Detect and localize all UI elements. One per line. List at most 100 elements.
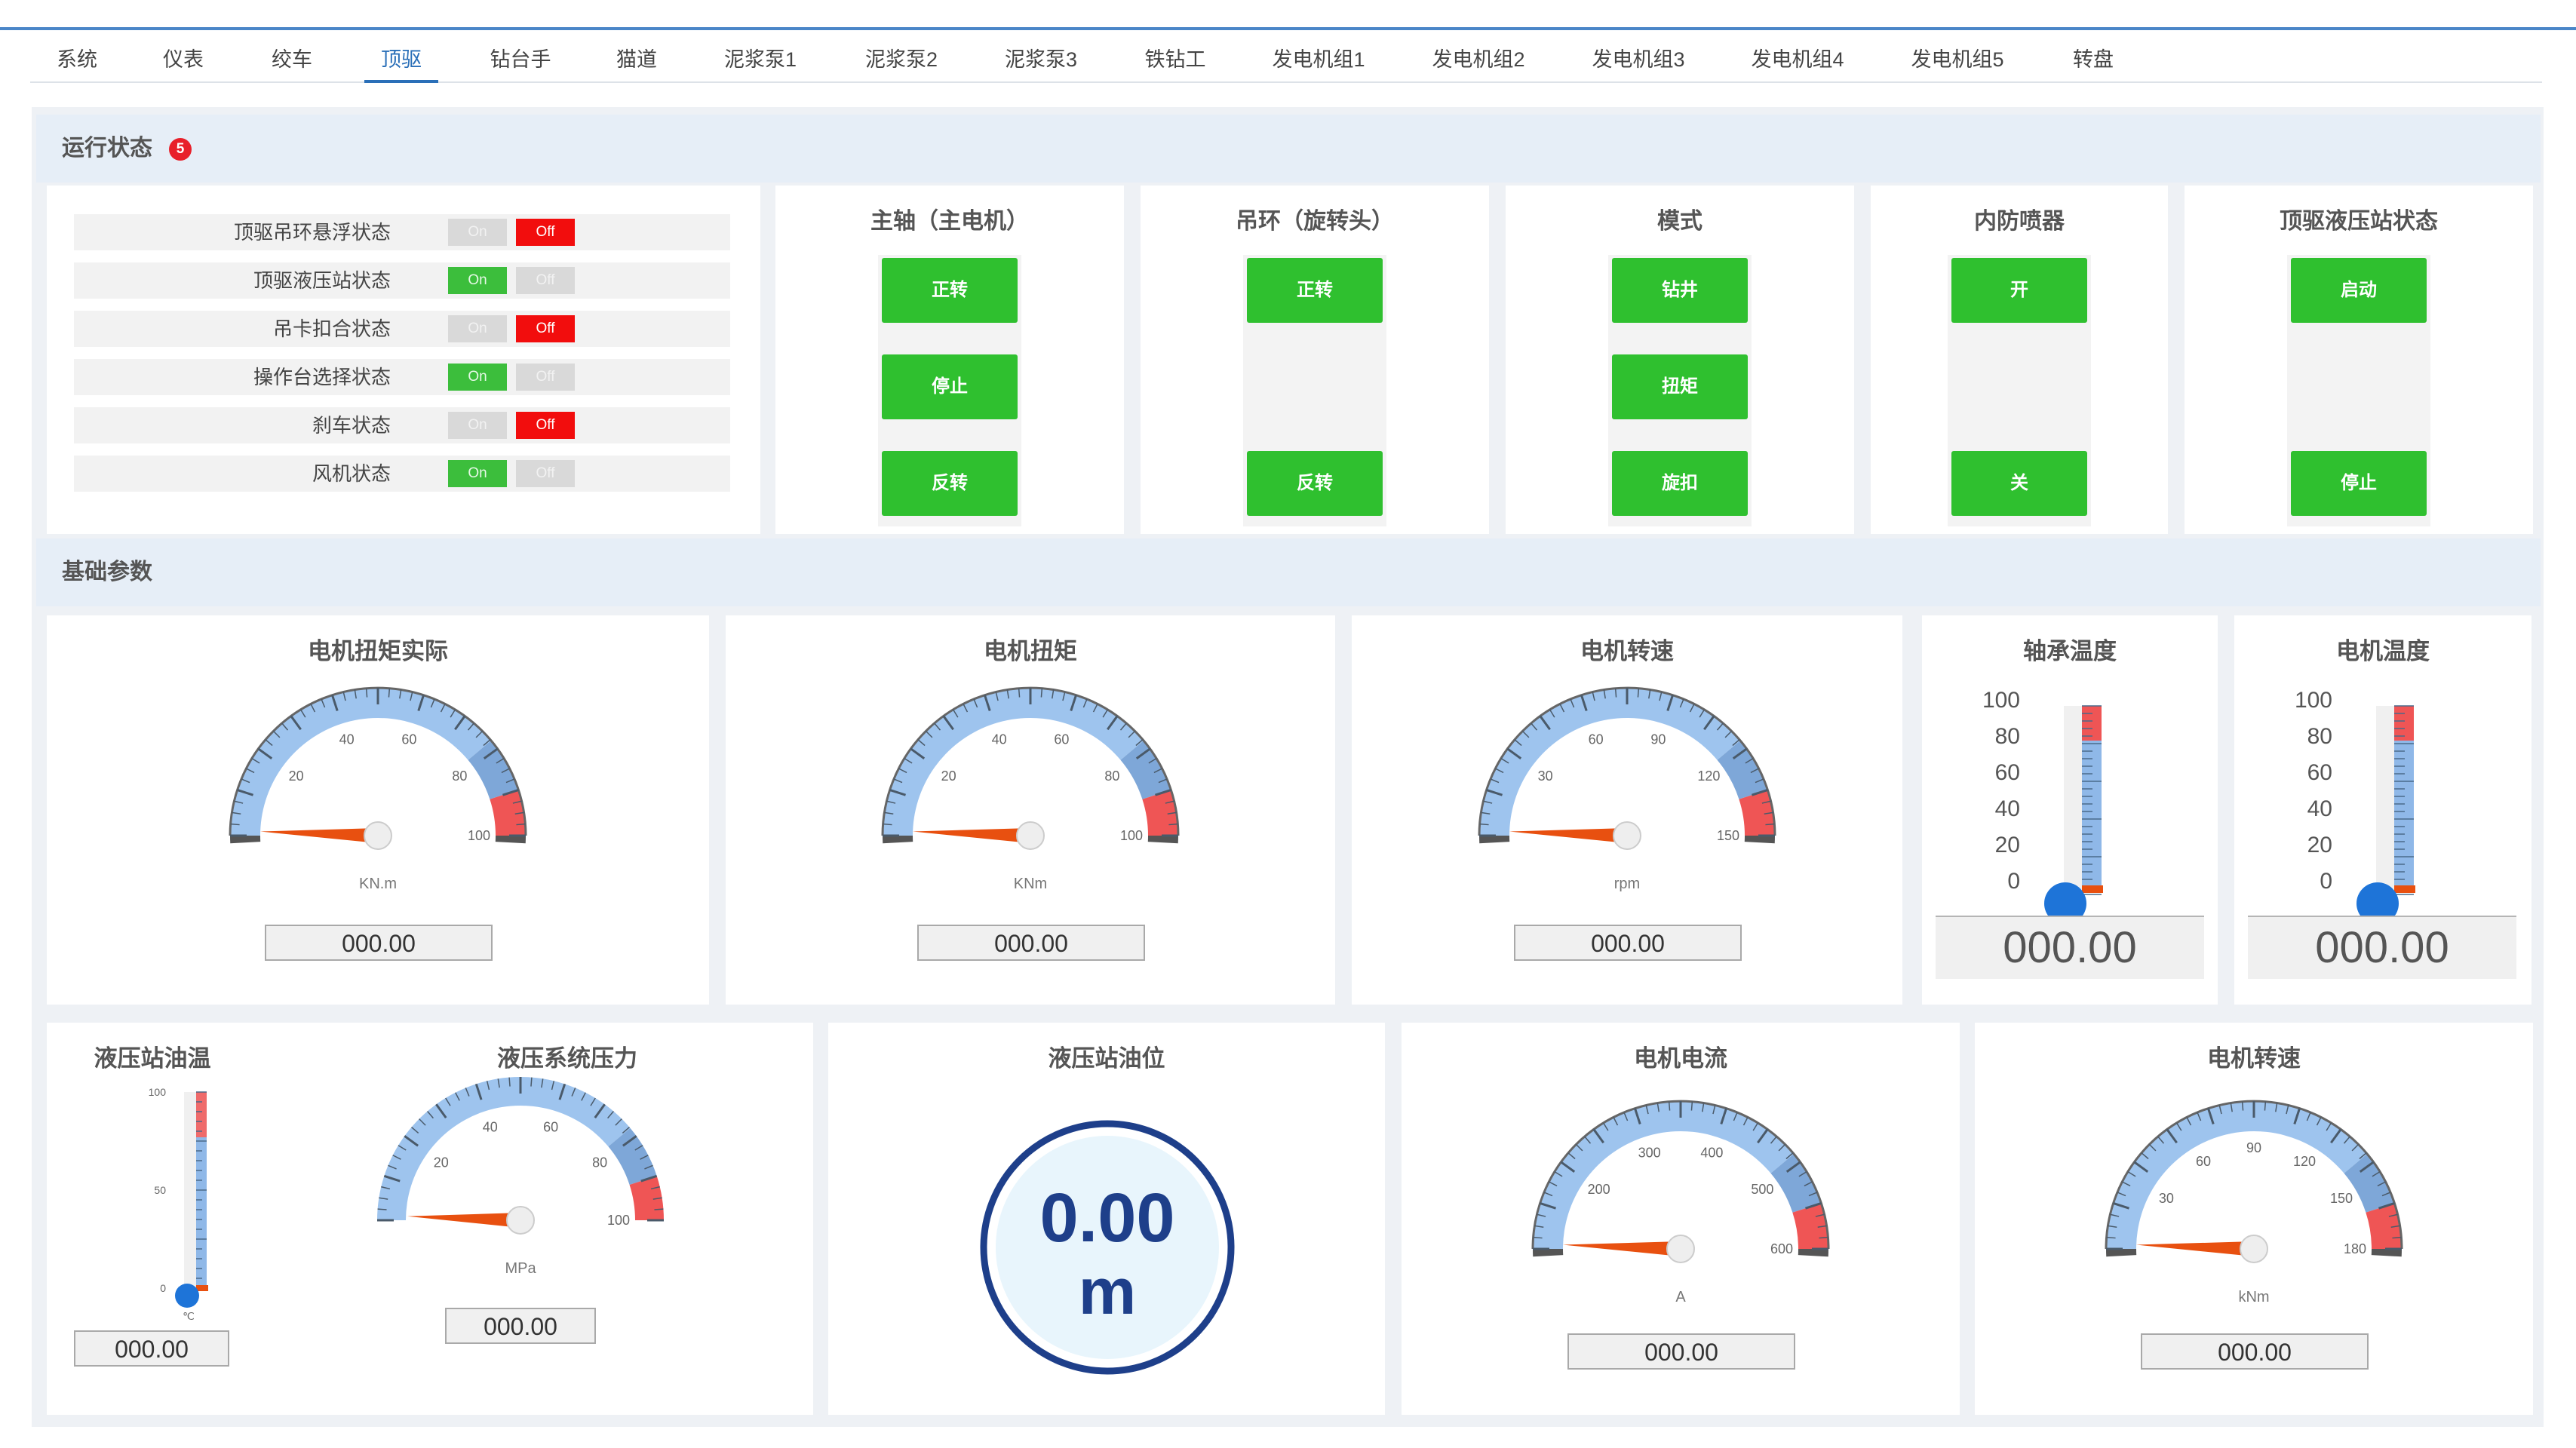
off-indicator: Off — [516, 460, 575, 487]
gauge-tick — [1168, 823, 1178, 826]
control-button[interactable]: 扭矩 — [1612, 354, 1748, 419]
tab-drill-floor-robot[interactable]: 钻台手 — [490, 38, 551, 81]
oil-temp-title: 液压站油温 — [94, 1045, 211, 1072]
gauge-unit-label: MPa — [505, 1260, 536, 1277]
thermo-level-marker — [196, 1285, 208, 1291]
gauge-tick — [388, 688, 391, 698]
gauge-needle — [913, 828, 1030, 843]
control-button[interactable]: 开 — [1951, 258, 2087, 323]
tab-mud-pump-3[interactable]: 泥浆泵3 — [1005, 38, 1077, 81]
thermo-panel-motor: 电机温度 100 80 60 40 20 0 000.00 — [2234, 615, 2531, 1005]
gauge-readout: 000.00 — [917, 925, 1145, 961]
thermo-title: 轴承温度 — [2023, 638, 2117, 664]
oil-level-title: 液压站油位 — [1048, 1045, 1165, 1072]
gauge-end-cap — [2106, 1249, 2137, 1257]
gauge-band-low — [1479, 687, 1741, 836]
gauge-tick — [377, 1208, 387, 1210]
control-button[interactable]: 旋扣 — [1612, 451, 1748, 516]
gauge-tick — [1018, 688, 1021, 698]
tab-rotary-table[interactable]: 转盘 — [2073, 38, 2114, 81]
gauge-dial: 20 40 60 80 100 MPa — [377, 1077, 664, 1277]
gauge-hub — [1666, 1235, 1695, 1263]
thermo-tube — [2064, 706, 2082, 894]
tab-instrument[interactable]: 仪表 — [163, 38, 204, 81]
control-title: 主轴（主电机） — [870, 209, 1029, 234]
tab-generator-2[interactable]: 发电机组2 — [1432, 38, 1524, 81]
top-accent-line — [0, 27, 2576, 30]
gauge-tick-label: 40 — [992, 732, 1007, 747]
status-label: 操作台选择状态 — [253, 366, 391, 388]
thermo-scale-label: 0 — [2007, 869, 2020, 894]
gauge-tick — [1040, 688, 1043, 698]
gauge-panel-speed-2: 电机转速 30 60 90 120 150 180 kNm 000.00 — [1975, 1023, 2533, 1415]
control-button[interactable]: 启动 — [2291, 258, 2427, 323]
gauge-tick-label: 20 — [941, 768, 956, 784]
gauge-tick — [508, 1077, 511, 1087]
gauge-unit-label: A — [1675, 1289, 1686, 1305]
button-column: 开关 — [1948, 255, 2091, 526]
thermo-scale-red — [2394, 706, 2414, 741]
control-button[interactable]: 正转 — [882, 258, 1018, 323]
control-button[interactable]: 反转 — [882, 451, 1018, 516]
on-indicator: On — [448, 315, 507, 342]
tab-iron-roughneck[interactable]: 铁钻工 — [1145, 38, 1206, 81]
gauge-needle — [2136, 1241, 2254, 1256]
off-indicator: Off — [516, 315, 575, 342]
thermo-scale-label: 20 — [1995, 833, 2020, 857]
on-indicator: On — [448, 267, 507, 294]
control-link-rotator: 吊环（旋转头） 正转 反转 — [1141, 186, 1489, 534]
thermo-tube — [184, 1092, 196, 1290]
control-button[interactable]: 反转 — [1247, 451, 1383, 516]
status-row: 刹车状态 On Off — [74, 407, 730, 443]
control-button[interactable]: 关 — [1951, 451, 2087, 516]
gauge-dial: 20 40 60 80 100 KN.m — [229, 686, 527, 892]
control-button[interactable]: 停止 — [2291, 451, 2427, 516]
tab-drawworks[interactable]: 绞车 — [272, 38, 312, 81]
gauge-panel-torque: 电机扭矩 20 40 60 80 100 KNm 000.00 — [726, 615, 1335, 1005]
control-mode: 模式 钻井 扭矩 旋扣 — [1506, 186, 1854, 534]
gauge-tick-label: 80 — [1104, 768, 1119, 784]
tab-generator-4[interactable]: 发电机组4 — [1751, 38, 1844, 81]
thermo-scale-blue — [2082, 741, 2102, 893]
off-indicator: Off — [516, 412, 575, 439]
gauge-readout: 000.00 — [265, 925, 493, 961]
tab-mud-pump-2[interactable]: 泥浆泵2 — [865, 38, 938, 81]
thermo-readout: 000.00 — [2248, 916, 2516, 979]
gauge-tick — [654, 1208, 664, 1210]
gauge-end-cap — [1744, 836, 1775, 844]
gauge-tick — [1690, 1101, 1693, 1111]
control-spindle: 主轴（主电机） 正转停止反转 — [775, 186, 1124, 534]
thermo-level-marker — [2394, 885, 2415, 893]
gauge-tick — [2264, 1101, 2267, 1111]
control-title: 内防喷器 — [1974, 209, 2065, 234]
gauge-end-cap — [1533, 1249, 1564, 1257]
tab-mud-pump-1[interactable]: 泥浆泵1 — [724, 38, 797, 81]
status-row: 吊卡扣合状态 On Off — [74, 311, 730, 347]
gauge-hub — [1016, 821, 1045, 850]
control-button[interactable]: 正转 — [1247, 258, 1383, 323]
gauge-panel-speed: 电机转速 30 60 90 120 150 rpm 000.00 — [1352, 615, 1902, 1005]
gauge-tick — [1765, 823, 1775, 826]
gauge-readout: 000.00 — [1514, 925, 1742, 961]
gauge-end-cap — [2371, 1249, 2402, 1257]
oil-level-ring: 0.00m — [980, 1120, 1235, 1375]
thermo-title: 电机温度 — [2336, 638, 2430, 664]
thermo-scale-label: 0 — [160, 1282, 166, 1294]
gauge-tick — [883, 823, 892, 826]
gauge-tick-label: 80 — [452, 768, 467, 784]
tab-generator-5[interactable]: 发电机组5 — [1911, 38, 2003, 81]
tab-top-drive[interactable]: 顶驱 — [364, 38, 438, 83]
tab-catwalk[interactable]: 猫道 — [616, 38, 657, 81]
status-label: 顶驱液压站状态 — [253, 269, 391, 292]
tab-generator-1[interactable]: 发电机组1 — [1272, 38, 1365, 81]
tab-system[interactable]: 系统 — [57, 38, 97, 81]
gauge-tick — [230, 823, 240, 826]
control-button[interactable]: 停止 — [882, 354, 1018, 419]
thermo-bulb — [175, 1284, 199, 1308]
control-button[interactable]: 钻井 — [1612, 258, 1748, 323]
control-ibop: 内防喷器开关 — [1871, 186, 2168, 534]
on-indicator: On — [448, 364, 507, 391]
thermo-scale-label: 80 — [1995, 724, 2020, 749]
gauge-dial: 30 60 90 120 150 rpm — [1478, 686, 1776, 892]
tab-generator-3[interactable]: 发电机组3 — [1592, 38, 1684, 81]
